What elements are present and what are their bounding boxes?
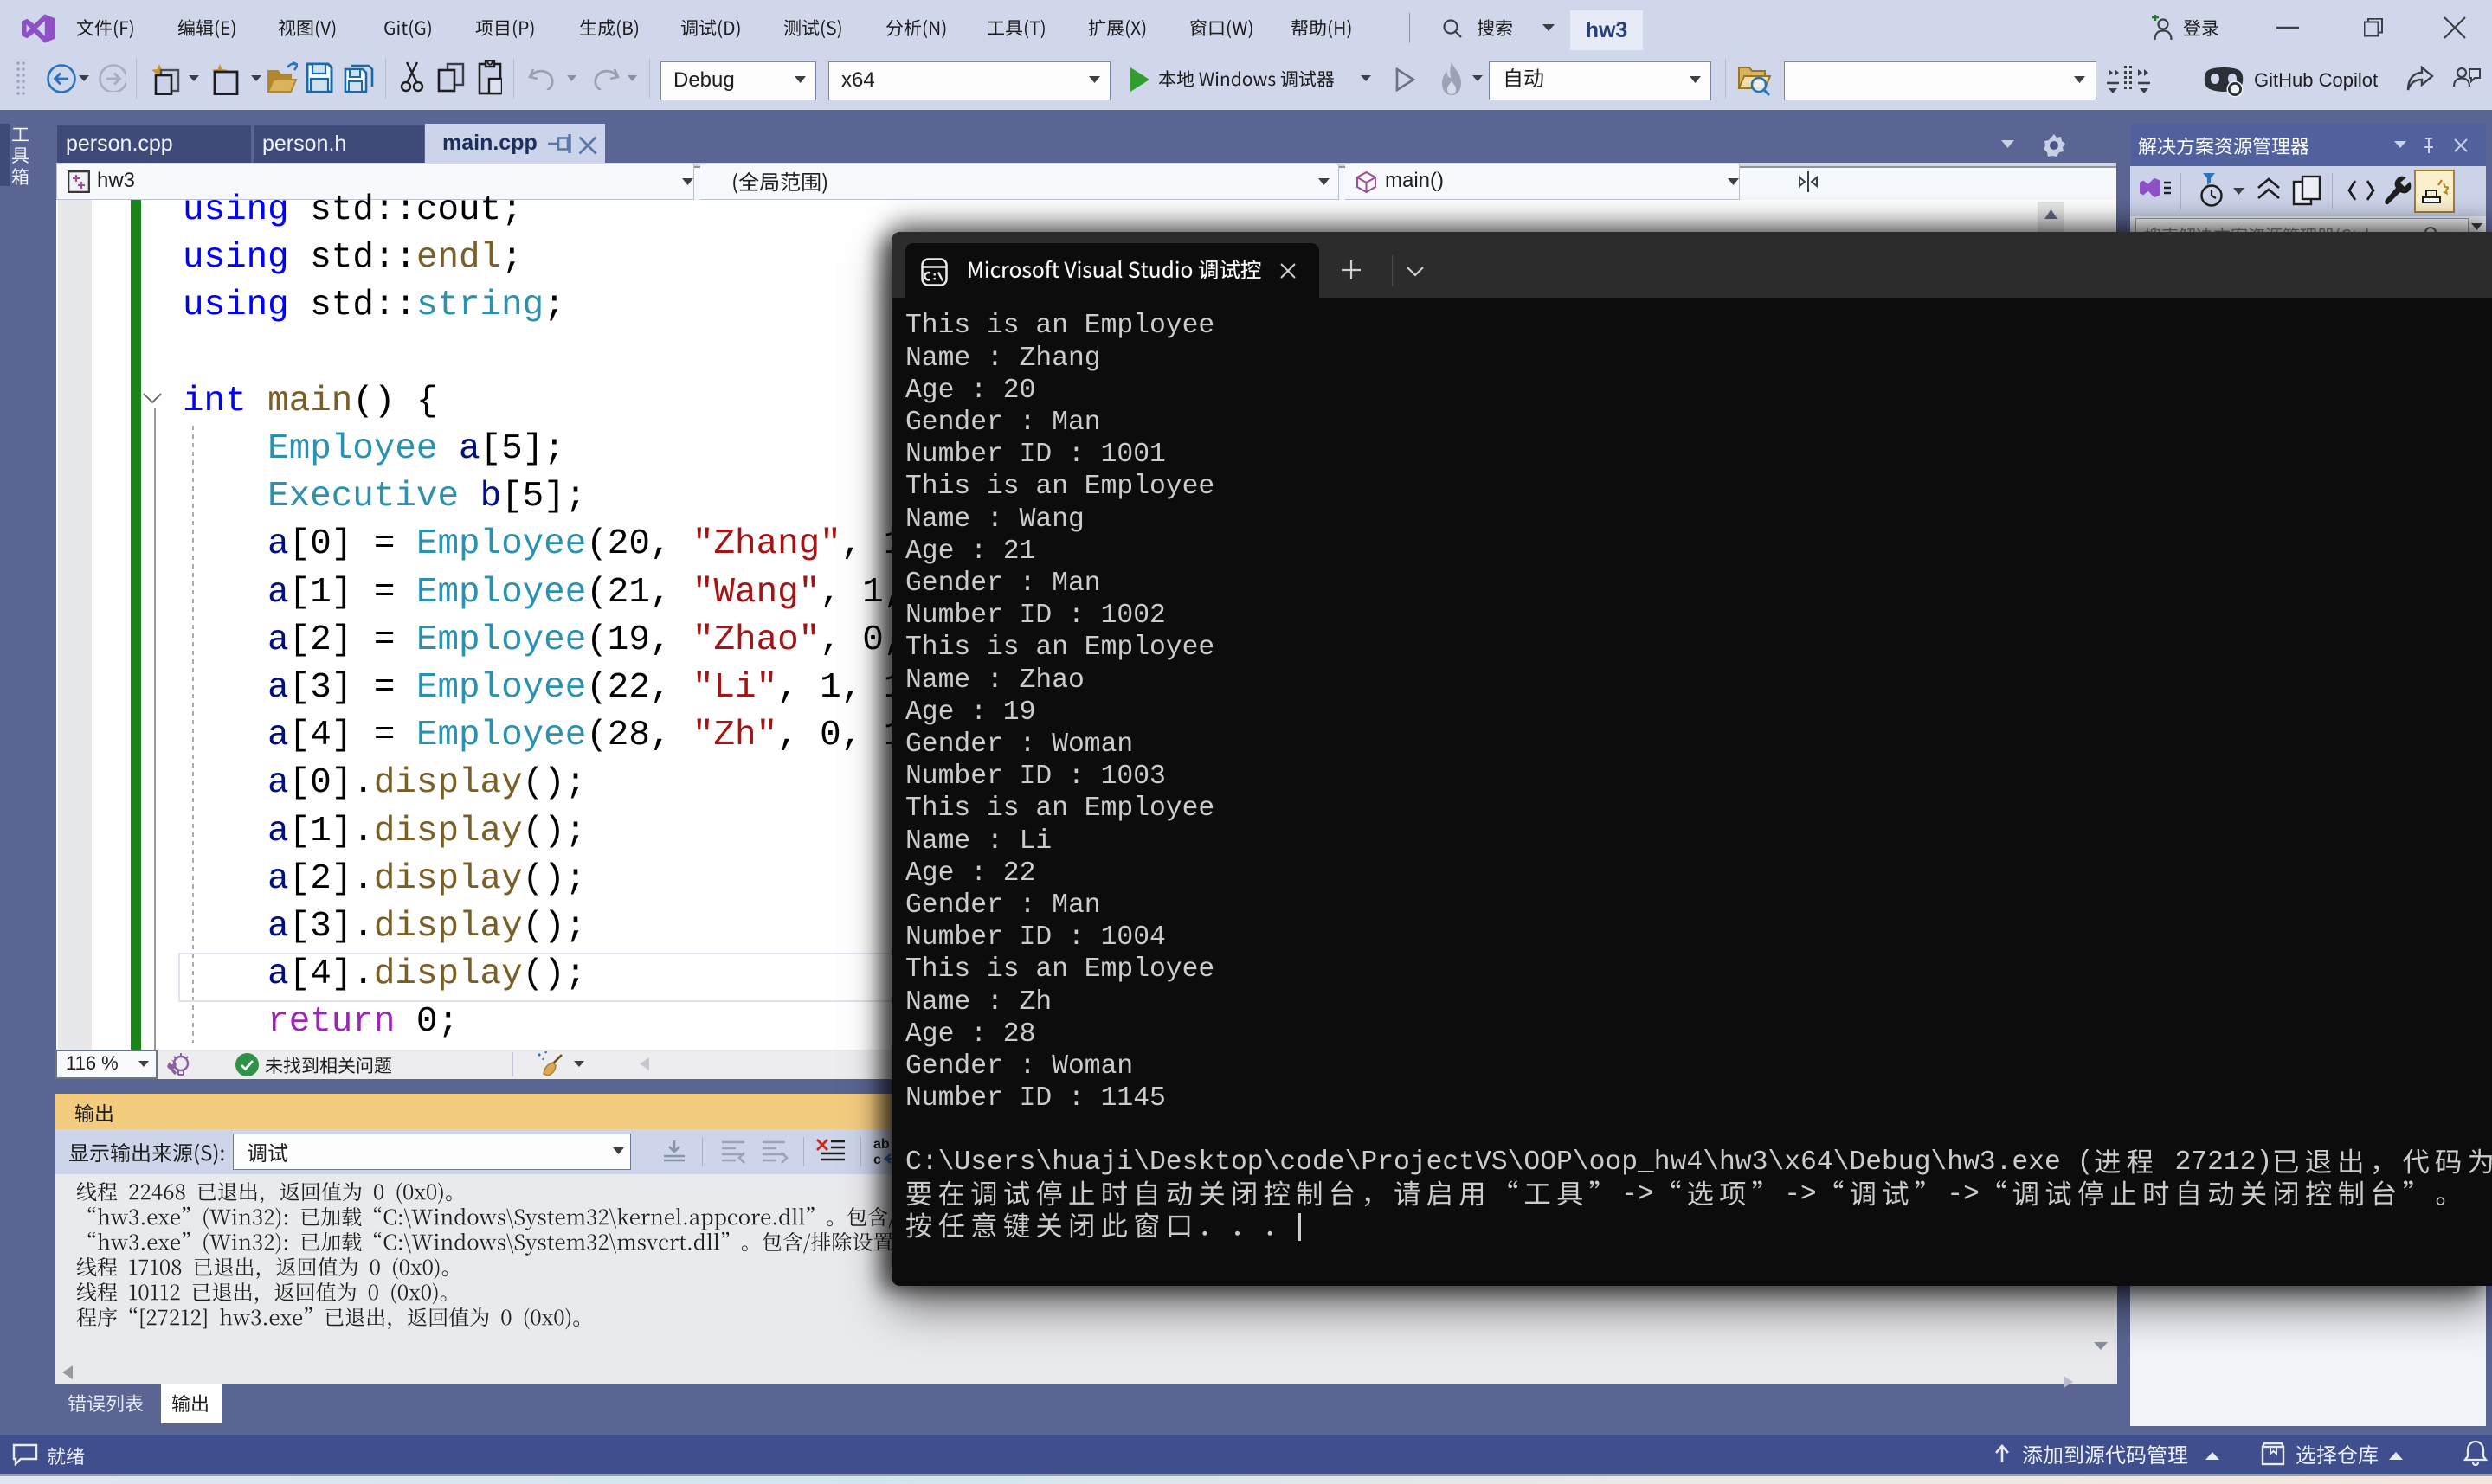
svg-text:ab: ab xyxy=(873,1137,890,1152)
svg-text:c: c xyxy=(873,1153,881,1167)
